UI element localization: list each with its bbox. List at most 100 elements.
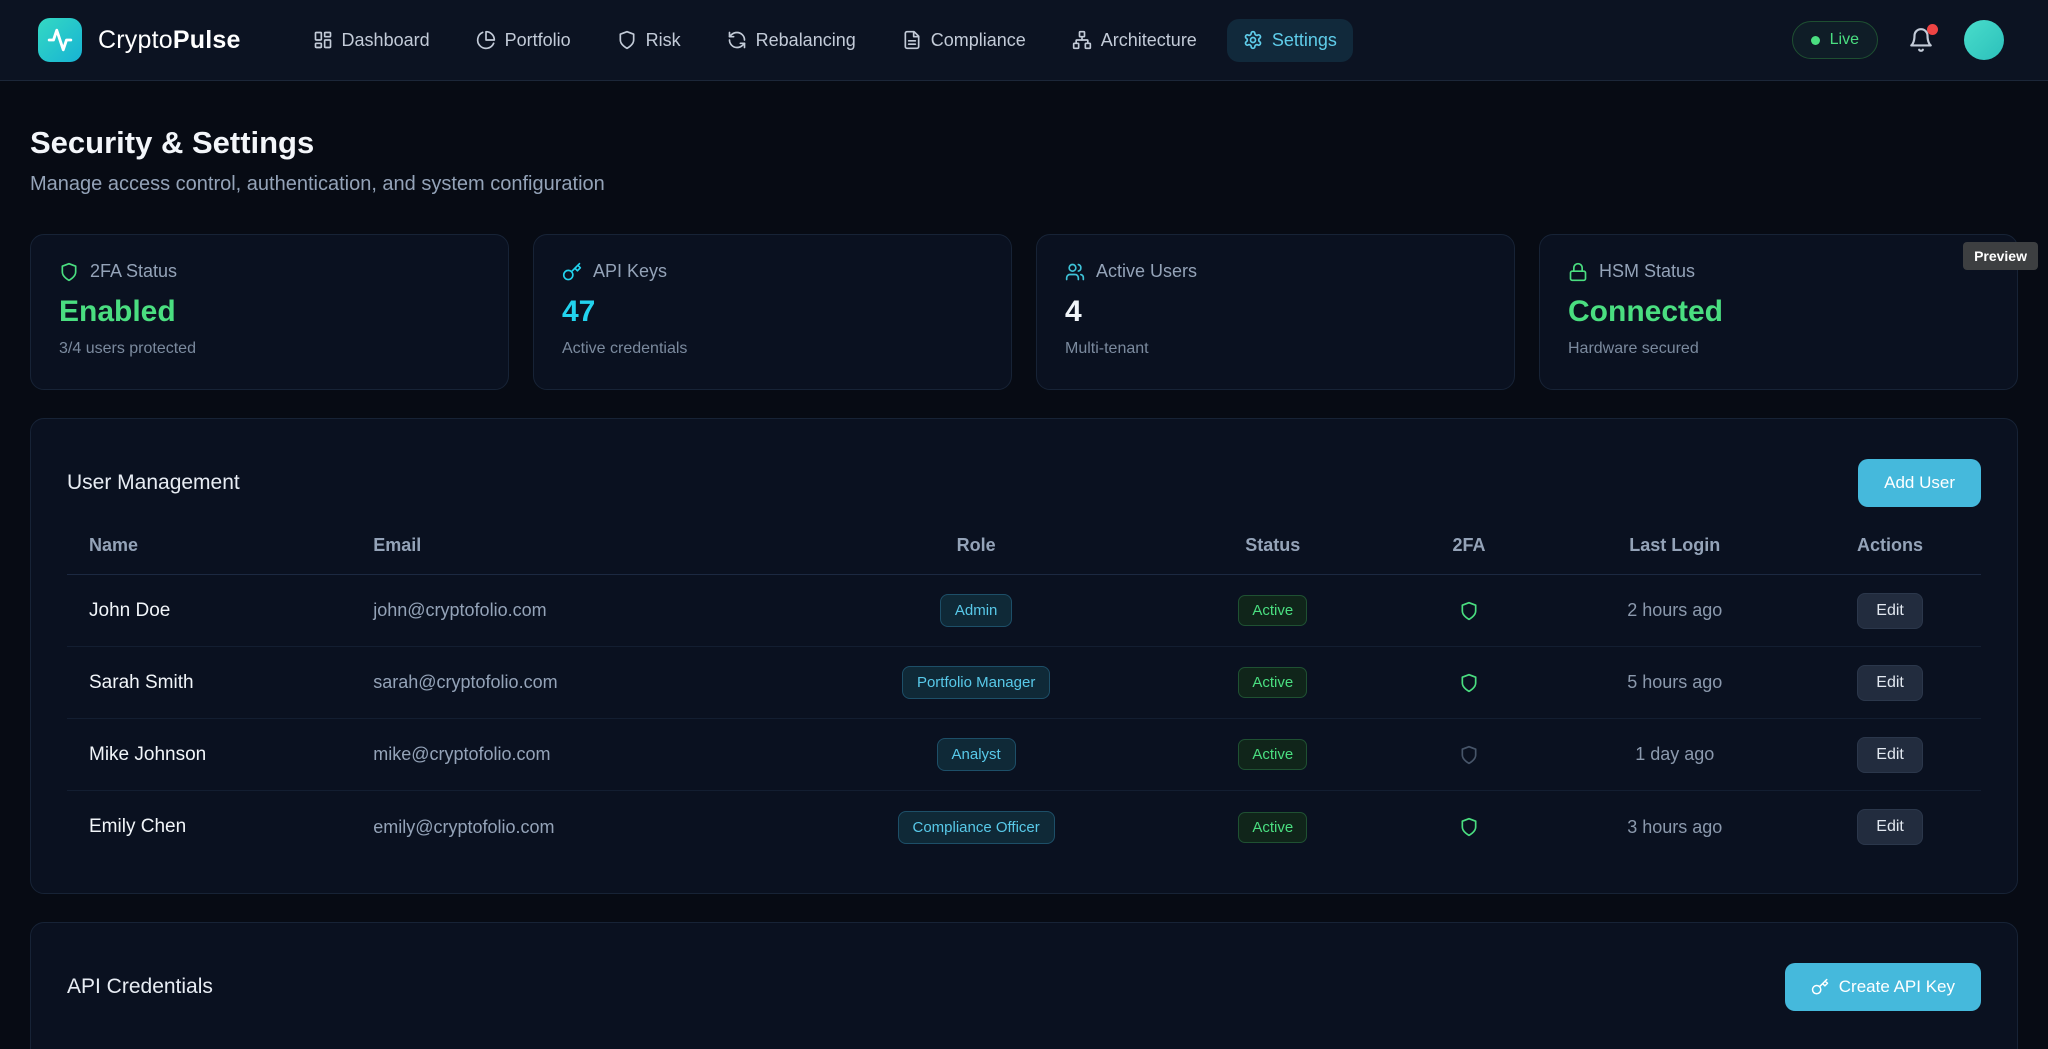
status-badge: Active (1238, 739, 1307, 770)
last-login: 3 hours ago (1550, 817, 1799, 838)
last-login: 2 hours ago (1550, 600, 1799, 621)
stat-label: 2FA Status (90, 261, 177, 282)
preview-badge: Preview (1963, 242, 2038, 270)
page-subtitle: Manage access control, authentication, a… (30, 173, 2018, 196)
live-status-badge: Live (1792, 21, 1878, 59)
notifications-button[interactable] (1908, 27, 1934, 53)
user-table-header: Name Email Role Status 2FA Last Login Ac… (67, 535, 1981, 575)
user-email: mike@cryptofolio.com (373, 744, 794, 765)
nav-item-label: Architecture (1101, 30, 1197, 51)
stat-value: Enabled (59, 295, 480, 329)
api-credentials-title: API Credentials (67, 975, 213, 999)
stat-value: 47 (562, 295, 983, 329)
nav-item-label: Risk (646, 30, 681, 51)
nav-item-label: Portfolio (505, 30, 571, 51)
nav-right: Live (1792, 20, 2004, 60)
user-table-body: John Doejohn@cryptofolio.com Admin Active 2… (67, 575, 1981, 863)
create-api-key-label: Create API Key (1839, 977, 1955, 997)
pie-chart-icon (476, 30, 496, 50)
brand-logo (38, 18, 82, 62)
nav-item-label: Settings (1272, 30, 1337, 51)
nav-item-label: Dashboard (342, 30, 430, 51)
stat-subtext: Multi-tenant (1065, 340, 1486, 358)
user-name: Mike Johnson (67, 744, 373, 766)
user-management-title: User Management (67, 471, 240, 495)
nav-item-risk[interactable]: Risk (601, 19, 697, 62)
column-header-status: Status (1158, 535, 1388, 556)
notification-dot-icon (1927, 24, 1938, 35)
column-header-role: Role (794, 535, 1158, 556)
user-table-row: Mike Johnsonmike@cryptofolio.com Analyst A… (67, 719, 1981, 791)
user-name: Sarah Smith (67, 672, 373, 694)
user-email: john@cryptofolio.com (373, 600, 794, 621)
edit-user-button[interactable]: Edit (1857, 665, 1923, 701)
lock-icon (1568, 262, 1588, 282)
last-login: 5 hours ago (1550, 672, 1799, 693)
stat-cards-row: 2FA Status Enabled 3/4 users protected A… (30, 234, 2018, 390)
stat-card-2fa-status: 2FA Status Enabled 3/4 users protected (30, 234, 509, 390)
user-email: emily@cryptofolio.com (373, 817, 794, 838)
nav-item-label: Rebalancing (756, 30, 856, 51)
status-badge: Active (1238, 667, 1307, 698)
live-label: Live (1830, 31, 1859, 49)
user-table-row: Sarah Smithsarah@cryptofolio.comPortfoli… (67, 647, 1981, 719)
page-title: Security & Settings (30, 125, 2018, 161)
edit-user-button[interactable]: Edit (1857, 737, 1923, 773)
twofa-shield-icon (1388, 816, 1551, 838)
nav-item-compliance[interactable]: Compliance (886, 19, 1042, 62)
users-icon (1065, 262, 1085, 282)
org-chart-icon (1072, 30, 1092, 50)
stat-label: HSM Status (1599, 261, 1695, 282)
key-icon (562, 262, 582, 282)
last-login: 1 day ago (1550, 744, 1799, 765)
user-table-row: Emily Chenemily@cryptofolio.com Complianc… (67, 791, 1981, 863)
column-header-email: Email (373, 535, 794, 556)
nav-item-architecture[interactable]: Architecture (1056, 19, 1213, 62)
user-table-row: John Doejohn@cryptofolio.com Admin Active 2… (67, 575, 1981, 647)
role-badge: Compliance Officer (898, 811, 1055, 844)
twofa-shield-icon (1388, 744, 1551, 766)
brand[interactable]: CryptoPulse (38, 18, 241, 62)
gear-icon (1243, 30, 1263, 50)
stat-subtext: Hardware secured (1568, 340, 1989, 358)
nav-item-dashboard[interactable]: Dashboard (297, 19, 446, 62)
role-badge: Portfolio Manager (902, 666, 1050, 699)
pulse-activity-icon (47, 27, 73, 53)
stat-subtext: 3/4 users protected (59, 340, 480, 358)
document-icon (902, 30, 922, 50)
avatar[interactable] (1964, 20, 2004, 60)
stat-label: Active Users (1096, 261, 1197, 282)
nav-item-label: Compliance (931, 30, 1026, 51)
twofa-shield-icon (1388, 672, 1551, 694)
nav-item-portfolio[interactable]: Portfolio (460, 19, 587, 62)
role-badge: Admin (940, 594, 1013, 627)
nav-item-settings[interactable]: Settings (1227, 19, 1353, 62)
live-dot-icon (1811, 36, 1820, 45)
status-badge: Active (1238, 595, 1307, 626)
brand-name: CryptoPulse (98, 26, 241, 55)
add-user-button[interactable]: Add User (1858, 459, 1981, 507)
column-header-name: Name (67, 535, 373, 556)
shield-icon (617, 30, 637, 50)
stat-value: 4 (1065, 295, 1486, 329)
user-name: John Doe (67, 600, 373, 622)
stat-card-api-keys: API Keys 47 Active credentials (533, 234, 1012, 390)
key-icon (1811, 978, 1829, 996)
user-name: Emily Chen (67, 816, 373, 838)
main-content: Security & Settings Manage access contro… (0, 125, 2048, 1049)
shield-icon (59, 262, 79, 282)
twofa-shield-icon (1388, 600, 1551, 622)
stat-value: Connected (1568, 295, 1989, 329)
create-api-key-button[interactable]: Create API Key (1785, 963, 1981, 1011)
dashboard-grid-icon (313, 30, 333, 50)
edit-user-button[interactable]: Edit (1857, 593, 1923, 629)
role-badge: Analyst (937, 738, 1016, 771)
top-nav: CryptoPulse Dashboard Portfolio Risk Reb… (0, 0, 2048, 81)
user-table: Name Email Role Status 2FA Last Login Ac… (67, 535, 1981, 863)
nav-menu: Dashboard Portfolio Risk Rebalancing Com… (297, 19, 1353, 62)
edit-user-button[interactable]: Edit (1857, 809, 1923, 845)
nav-item-rebalancing[interactable]: Rebalancing (711, 19, 872, 62)
status-badge: Active (1238, 812, 1307, 843)
column-header-2fa: 2FA (1388, 535, 1551, 556)
stat-label: API Keys (593, 261, 667, 282)
